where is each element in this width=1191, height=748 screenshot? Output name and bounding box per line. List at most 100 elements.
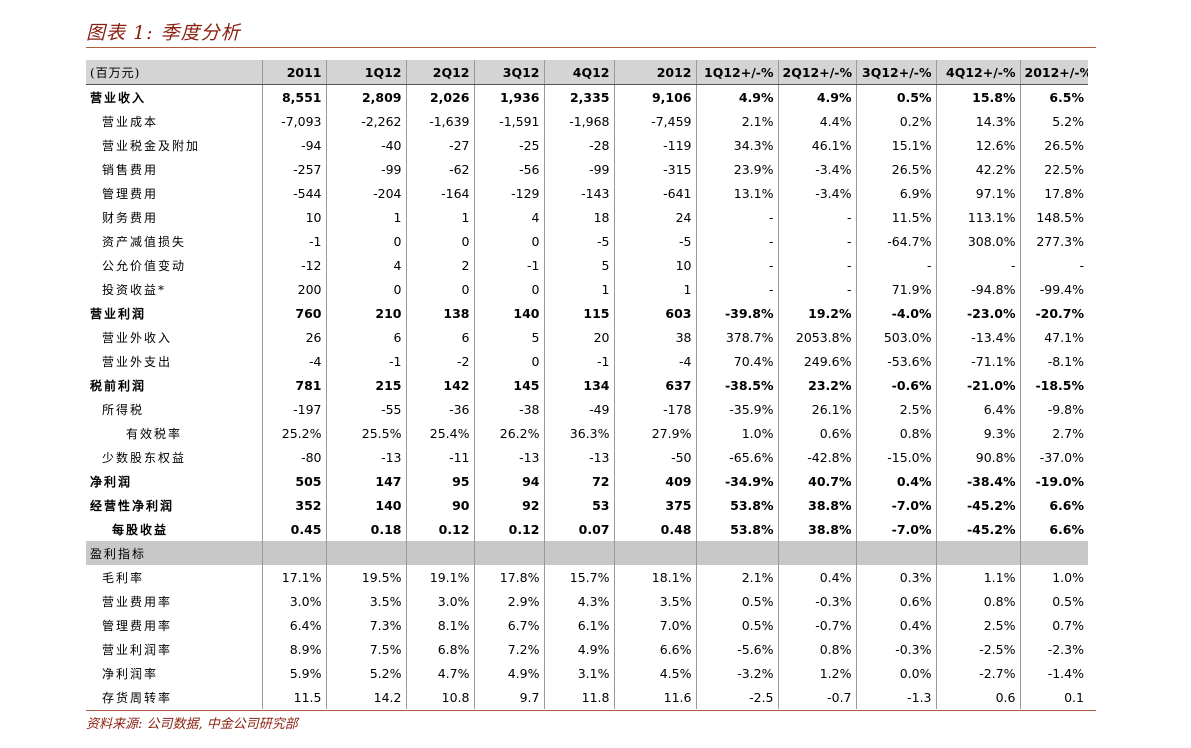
table-cell: -	[696, 253, 779, 277]
table-cell: 17.1%	[262, 565, 327, 589]
table-cell: -99	[544, 157, 615, 181]
table-cell: -20.7%	[1035, 305, 1084, 321]
table-cell: 17.8%	[474, 565, 545, 589]
table-cell: 94	[474, 469, 545, 493]
table-cell: -34.9%	[696, 469, 779, 493]
table-cell: 2,809	[326, 84, 407, 109]
table-cell: 2.5%	[936, 613, 1021, 637]
financial-table: (百万元) 2011 1Q12 2Q12 3Q12 4Q12 2012 1Q12+/-% 2Q1…	[86, 60, 1088, 709]
table-cell: 5	[544, 253, 615, 277]
table-cell: -13	[474, 445, 545, 469]
table-cell: 6.7%	[474, 613, 545, 637]
table-cell: 0.5%	[696, 613, 779, 637]
table-cell: -28	[544, 133, 615, 157]
table-cell: 53	[544, 493, 615, 517]
table-cell: 140	[474, 301, 545, 325]
table-cell: 47.1%	[1044, 329, 1084, 345]
table-cell: 6	[406, 325, 475, 349]
table-cell: 1	[544, 277, 615, 301]
table-cell: -45.2%	[936, 493, 1021, 517]
table-cell: -1.4%	[1047, 665, 1084, 681]
table-cell: -2.3%	[1047, 641, 1084, 657]
table-cell: -	[696, 205, 779, 229]
table-cell: 90.8%	[936, 445, 1021, 469]
table-cell: 46.1%	[778, 133, 857, 157]
table-row: 少数股东权益 -80 -13 -11 -13 -13 -50 -65.6% -42.8% -15.…	[86, 445, 1088, 469]
table-cell: 4.7%	[406, 661, 475, 685]
table-cell: -544	[262, 181, 327, 205]
table-cell: -21.0%	[936, 373, 1021, 397]
table-cell: 3.5%	[614, 589, 697, 613]
column-header: 2011	[262, 60, 327, 85]
table-row: 净利润 505 147 95 94 72 409 -34.9% 40.7% 0.4% -38.4% -…	[86, 469, 1088, 493]
table-cell: -13	[544, 445, 615, 469]
table-cell: 0.12	[474, 517, 545, 541]
table-row: 每股收益 0.45 0.18 0.12 0.12 0.07 0.48 53.8% 38.8% -7…	[86, 517, 1088, 541]
table-cell: 25.5%	[326, 421, 407, 445]
table-row: 毛利率 17.1% 19.5% 19.1% 17.8% 15.7% 18.1% 2.1% 0.4…	[86, 565, 1088, 589]
table-cell	[1020, 541, 1088, 565]
table-cell: 0.3%	[856, 565, 937, 589]
table-cell: -3.2%	[696, 661, 779, 685]
table-cell: 11.8	[544, 685, 615, 709]
table-cell: -5.6%	[696, 637, 779, 661]
table-cell: -2.5	[696, 685, 779, 709]
table-cell: -7.0%	[856, 493, 937, 517]
row-label: 盈利指标	[86, 541, 263, 565]
table-cell: -38.4%	[936, 469, 1021, 493]
table-cell: 3.1%	[544, 661, 615, 685]
table-cell: 138	[406, 301, 475, 325]
table-cell: 53.8%	[696, 493, 779, 517]
table-cell: 12.6%	[936, 133, 1021, 157]
table-cell: 637	[614, 373, 697, 397]
row-label: 营业利润	[86, 301, 263, 325]
column-header: 2Q12+/-%	[778, 60, 857, 85]
table-cell: -2.5%	[936, 637, 1021, 661]
table-cell: -	[778, 277, 857, 301]
table-cell: 90	[406, 493, 475, 517]
table-cell: 148.5%	[1036, 209, 1084, 225]
table-cell: 200	[262, 277, 327, 301]
table-cell: 25.4%	[406, 421, 475, 445]
column-header: 1Q12	[326, 60, 407, 85]
table-cell	[326, 541, 407, 565]
table-row: 经营性净利润 352 140 90 92 53 375 53.8% 38.8% -7.0% -45.…	[86, 493, 1088, 517]
table-cell: 36.3%	[544, 421, 615, 445]
table-row: 所得税 -197 -55 -36 -38 -49 -178 -35.9% 26.1% 2.5% 6.…	[86, 397, 1088, 421]
table-cell: -	[778, 253, 857, 277]
table-cell: 0.4%	[778, 565, 857, 589]
table-cell: 6.9%	[856, 181, 937, 205]
row-label: 净利润	[86, 469, 263, 493]
table-cell: -35.9%	[696, 397, 779, 421]
table-cell: 277.3%	[1036, 233, 1084, 249]
table-cell: 15.1%	[856, 133, 937, 157]
table-cell: 1	[614, 277, 697, 301]
table-cell: 95	[406, 469, 475, 493]
table-cell: -8.1%	[1047, 353, 1084, 369]
table-cell: 505	[262, 469, 327, 493]
table-cell: -4	[614, 349, 697, 373]
table-cell	[474, 541, 545, 565]
table-cell: 71.9%	[856, 277, 937, 301]
table-cell: 760	[262, 301, 327, 325]
table-cell: 6	[326, 325, 407, 349]
table-cell: -38	[474, 397, 545, 421]
table-cell: 11.6	[614, 685, 697, 709]
table-cell: 0.2%	[856, 109, 937, 133]
table-cell: -71.1%	[936, 349, 1021, 373]
table-cell: -	[1079, 257, 1084, 273]
table-cell: -257	[262, 157, 327, 181]
row-label: 有效税率	[86, 421, 263, 445]
table-cell: -36	[406, 397, 475, 421]
table-cell: 38.8%	[778, 493, 857, 517]
table-cell: -5	[544, 229, 615, 253]
table-cell: 134	[544, 373, 615, 397]
table-cell: -1	[544, 349, 615, 373]
table-cell: 503.0%	[856, 325, 937, 349]
table-cell: 9.7	[474, 685, 545, 709]
row-label: 经营性净利润	[86, 493, 263, 517]
table-cell	[614, 541, 697, 565]
table-row: 营业利润 760 210 138 140 115 603 -39.8% 19.2% -4.0% -2…	[86, 301, 1088, 325]
table-cell: 0	[474, 229, 545, 253]
table-cell: 0.07	[544, 517, 615, 541]
